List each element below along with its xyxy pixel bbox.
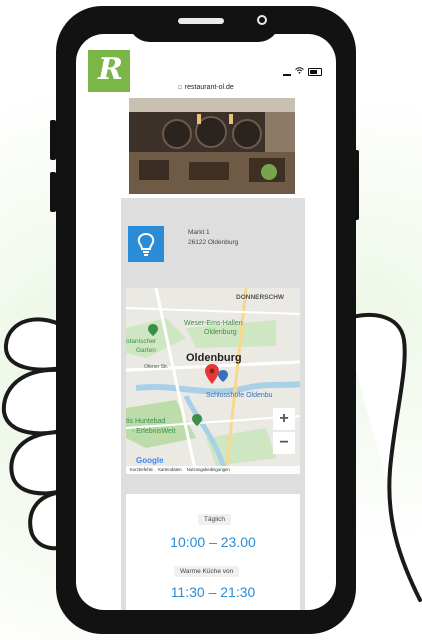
- zoom-out-button[interactable]: −: [273, 432, 295, 454]
- phone-camera: [257, 15, 267, 25]
- address-block: Markt 1 26122 Oldenburg: [188, 228, 238, 248]
- lightbulb-icon: [137, 232, 155, 256]
- url-text: restaurant-ol.de: [184, 84, 234, 91]
- location-map[interactable]: DONNERSCHW Weser-Ems-Hallen Oldenburg ot…: [126, 288, 300, 474]
- map-label-schlosshoefe: Schlosshöfe Oldenbu: [206, 392, 273, 399]
- map-label-city: Oldenburg: [186, 352, 242, 364]
- opening-hours-card: Täglich 10:00 – 23.00 Warme Küche von 11…: [126, 494, 300, 610]
- map-label-huntebad: tis Huntebad: [126, 418, 166, 425]
- info-icon-box: [128, 226, 164, 262]
- map-label-garten: Garten: [136, 347, 156, 354]
- map-footer-shortcuts[interactable]: Kurzbefehle: [130, 467, 153, 472]
- wifi-icon: [295, 67, 304, 76]
- signal-icon: [283, 68, 291, 76]
- map-label-street: Ofener Str.: [144, 364, 169, 370]
- map-label-weser-ems: Weser-Ems-Hallen: [184, 320, 243, 327]
- restaurant-photo: [129, 98, 295, 194]
- map-label-donnerschwee: DONNERSCHW: [236, 294, 285, 301]
- battery-icon: [308, 67, 322, 76]
- address-city: 26122 Oldenburg: [188, 239, 239, 246]
- hours-time-kitchen: 11:30 – 21:30: [170, 584, 256, 600]
- logo-letter: R: [98, 52, 123, 87]
- map-pin-icon[interactable]: [205, 364, 219, 384]
- hours-label-daily: Täglich: [198, 514, 231, 525]
- address-bar[interactable]: □ restaurant-ol.de: [76, 84, 336, 91]
- address-street: Markt 1: [188, 229, 210, 236]
- status-bar: [283, 67, 322, 76]
- map-park-icon: [192, 414, 202, 426]
- lock-icon: □: [178, 85, 182, 91]
- phone-speaker: [178, 18, 224, 24]
- hours-label-kitchen: Warme Küche von: [174, 566, 240, 577]
- phone-notch: [128, 6, 280, 42]
- map-footer-terms[interactable]: Nutzungsbedingungen: [187, 467, 230, 472]
- map-label-weser-ems-city: Oldenburg: [204, 329, 237, 336]
- map-footer: Kurzbefehle Kartendaten Nutzungsbedingun…: [126, 466, 300, 474]
- map-label-erlebniswelt: - ErlebnisWelt: [132, 428, 176, 435]
- map-poi-icon: [218, 370, 228, 382]
- google-logo: Google: [136, 456, 164, 465]
- hours-time-daily: 10:00 – 23.00: [170, 534, 256, 550]
- zoom-in-button[interactable]: +: [273, 408, 295, 430]
- map-footer-mapdata[interactable]: Kartendaten: [158, 467, 181, 472]
- map-label-botanischer: otanischer: [126, 338, 156, 345]
- phone-screen: R □ restaurant-ol.de Markt 1 26122 Olden…: [76, 34, 336, 610]
- map-park-icon: [148, 324, 158, 336]
